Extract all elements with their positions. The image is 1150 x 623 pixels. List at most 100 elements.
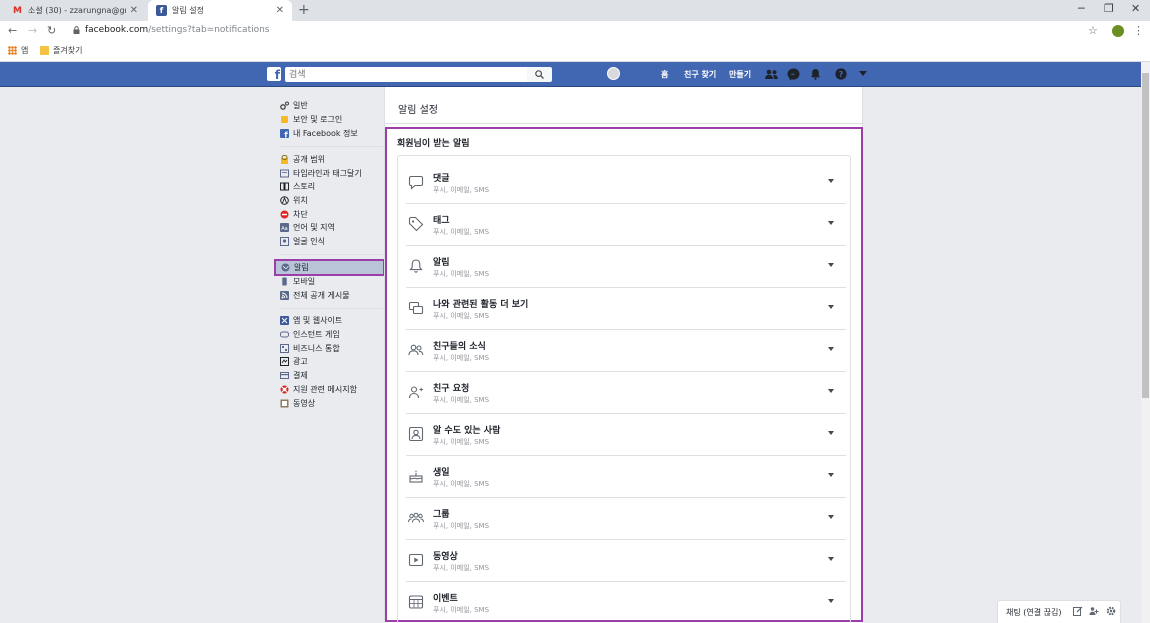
sidebar-item-label: 얼굴 인식 [293, 237, 325, 246]
minimize-icon[interactable]: ─ [1078, 2, 1085, 15]
nav-create[interactable]: 만들기 [729, 69, 751, 80]
address-bar[interactable]: facebook.com/settings?tab=notifications [85, 25, 270, 35]
sidebar-item-language[interactable]: Aa 언어 및 지역 [275, 221, 385, 234]
browser-toolbar: ← → ↻ facebook.com/settings?tab=notifica… [0, 21, 1150, 41]
notif-row-friend-requests[interactable]: 친구 요청 푸시, 이메일, SMS [406, 372, 846, 414]
friend-requests-icon[interactable] [764, 67, 778, 81]
new-group-icon[interactable] [1089, 606, 1099, 616]
sidebar-item-general[interactable]: 일반 [275, 99, 385, 112]
sidebar-item-your-info[interactable]: f 내 Facebook 정보 [275, 127, 385, 140]
sidebar-item-apps[interactable]: 앱 및 웹사이트 [275, 314, 385, 327]
sidebar-item-videos[interactable]: 동영상 [275, 397, 385, 410]
notif-row-reminders[interactable]: 알림 푸시, 이메일, SMS [406, 246, 846, 288]
sidebar-item-label: 인스턴트 게임 [293, 330, 340, 339]
video-icon [280, 399, 289, 408]
sidebar-item-mobile[interactable]: 모바일 [275, 275, 385, 288]
sidebar-item-ads[interactable]: 광고 [275, 355, 385, 368]
chevron-down-icon[interactable] [828, 557, 834, 561]
search-input[interactable] [285, 67, 527, 82]
chevron-down-icon[interactable] [828, 263, 834, 267]
facebook-logo-icon[interactable]: f [267, 67, 281, 82]
reload-icon[interactable]: ↻ [47, 24, 56, 37]
compose-icon[interactable] [1073, 606, 1083, 616]
sidebar-item-label: 광고 [293, 357, 308, 366]
notif-row-people-you-may-know[interactable]: 알 수도 있는 사람 푸시, 이메일, SMS [406, 414, 846, 456]
facebook-icon: f [280, 129, 289, 138]
notif-row-videos[interactable]: 동영상 푸시, 이메일, SMS [406, 540, 846, 582]
sidebar-item-privacy[interactable]: 공개 범위 [275, 153, 385, 166]
profile-avatar[interactable] [1112, 25, 1124, 37]
row-subtitle: 푸시, 이메일, SMS [433, 354, 490, 362]
chevron-down-icon[interactable] [828, 389, 834, 393]
language-icon: Aa [280, 223, 289, 232]
tab-notification-settings[interactable]: f 알림 설정 ✕ [148, 0, 292, 21]
sidebar-item-support-inbox[interactable]: 지원 관련 메시지함 [275, 383, 385, 396]
sidebar-item-label: 결제 [293, 371, 308, 380]
search-button[interactable] [527, 67, 552, 82]
sidebar-item-payments[interactable]: 결제 [275, 369, 385, 382]
sidebar-item-label: 언어 및 지역 [293, 223, 335, 232]
sidebar-item-blocking[interactable]: 차단 [275, 208, 385, 221]
birthday-cake-icon [409, 470, 423, 483]
notif-row-more-activity[interactable]: 나와 관련된 활동 더 보기 푸시, 이메일, SMS [406, 288, 846, 330]
chevron-down-icon[interactable] [828, 305, 834, 309]
nav-find-friends[interactable]: 친구 찾기 [684, 69, 716, 80]
back-icon[interactable]: ← [8, 24, 17, 37]
sidebar-item-face-recognition[interactable]: 얼굴 인식 [275, 235, 385, 248]
sidebar-item-location[interactable]: 위치 [275, 194, 385, 207]
notif-row-tags[interactable]: 태그 푸시, 이메일, SMS [406, 204, 846, 246]
close-tab-icon[interactable]: ✕ [276, 5, 284, 16]
scrollbar-thumb[interactable] [1142, 73, 1149, 398]
video-play-icon [408, 553, 424, 567]
sidebar-item-notifications[interactable]: 알림 [274, 259, 385, 276]
bookmark-label: 즐겨찾기 [53, 46, 83, 55]
help-question-icon[interactable]: ? [834, 67, 848, 81]
new-tab-icon[interactable]: + [298, 2, 310, 18]
lock-icon [280, 155, 289, 164]
url-host: facebook.com [85, 25, 149, 35]
forward-icon[interactable]: → [28, 24, 37, 37]
row-title: 생일 [433, 468, 450, 478]
chevron-down-icon[interactable] [828, 473, 834, 477]
sidebar-item-instant-games[interactable]: 인스턴트 게임 [275, 328, 385, 341]
sidebar-item-public-posts[interactable]: 전체 공개 게시물 [275, 289, 385, 302]
messenger-icon[interactable] [786, 67, 800, 81]
menu-kebab-icon[interactable]: ⋮ [1133, 24, 1144, 37]
gear-icon[interactable] [1106, 606, 1116, 616]
notifications-bell-icon[interactable] [808, 67, 822, 81]
avatar[interactable] [607, 67, 620, 80]
chevron-down-icon[interactable] [828, 515, 834, 519]
chevron-down-icon[interactable] [828, 431, 834, 435]
chevron-down-icon[interactable] [828, 179, 834, 183]
location-icon [280, 196, 289, 205]
sidebar-item-label: 위치 [293, 196, 308, 205]
chat-bar[interactable]: 채팅 (연결 끊김) [997, 600, 1121, 623]
chevron-down-icon[interactable] [828, 599, 834, 603]
row-subtitle: 푸시, 이메일, SMS [433, 312, 490, 320]
bookmark-apps[interactable]: 앱 [8, 45, 28, 56]
tab-gmail[interactable]: M 소셜 (30) - zzarungna@gmail.co ✕ [4, 0, 146, 21]
notif-row-friend-updates[interactable]: 친구들의 소식 푸시, 이메일, SMS [406, 330, 846, 372]
account-menu-chevron-down-icon[interactable] [856, 67, 870, 81]
sidebar-item-timeline[interactable]: 타임라인과 태그달기 [275, 167, 385, 180]
sidebar-item-security[interactable]: 보안 및 로그인 [275, 113, 385, 126]
notif-row-birthdays[interactable]: 생일 푸시, 이메일, SMS [406, 456, 846, 498]
divider [280, 146, 383, 147]
bookmark-star-icon[interactable]: ☆ [1088, 24, 1098, 37]
chevron-down-icon[interactable] [828, 347, 834, 351]
close-tab-icon[interactable]: ✕ [130, 5, 138, 16]
sidebar-item-label: 모바일 [293, 277, 316, 286]
bookmark-favorites[interactable]: 즐겨찾기 [40, 45, 82, 56]
sidebar-item-business[interactable]: 비즈니스 통합 [275, 342, 385, 355]
sidebar-item-stories[interactable]: 스토리 [275, 180, 385, 193]
restore-icon[interactable]: ❐ [1104, 2, 1114, 15]
close-window-icon[interactable]: ✕ [1131, 2, 1140, 15]
comment-icon [408, 175, 424, 190]
notif-row-comments[interactable]: 댓글 푸시, 이메일, SMS [406, 162, 846, 204]
chevron-down-icon[interactable] [828, 221, 834, 225]
nav-home[interactable]: 홈 [661, 69, 668, 80]
notif-row-events[interactable]: 이벤트 푸시, 이메일, SMS [406, 582, 846, 623]
notif-row-groups[interactable]: 그룹 푸시, 이메일, SMS [406, 498, 846, 540]
payment-icon [280, 371, 289, 380]
row-subtitle: 푸시, 이메일, SMS [433, 396, 490, 404]
